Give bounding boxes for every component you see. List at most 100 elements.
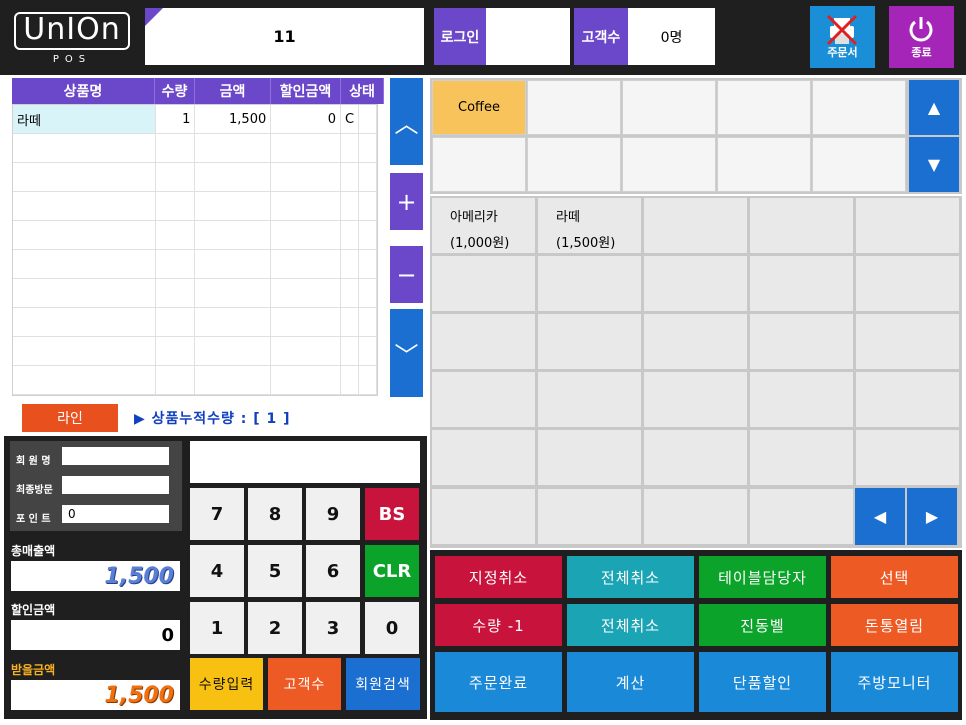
category-coffee[interactable]: Coffee xyxy=(432,80,526,135)
backspace-key[interactable]: BS xyxy=(365,488,419,540)
order-table-body: 라떼 1 1,500 0 C xyxy=(12,104,378,396)
category-empty[interactable] xyxy=(622,137,716,192)
item-discount-button[interactable]: 단품할인 xyxy=(699,652,826,712)
table-row[interactable] xyxy=(13,134,377,163)
product-empty[interactable] xyxy=(855,313,960,370)
cash-drawer-open-button[interactable]: 돈통열림 xyxy=(831,604,958,646)
product-empty[interactable] xyxy=(537,488,642,545)
product-empty[interactable] xyxy=(855,371,960,428)
product-empty[interactable] xyxy=(749,255,854,312)
table-row[interactable] xyxy=(13,221,377,250)
clear-key[interactable]: CLR xyxy=(365,545,419,597)
product-empty[interactable] xyxy=(643,429,748,486)
customer-count-value: 0명 xyxy=(628,8,715,65)
customer-count-label: 고객수 xyxy=(574,8,628,65)
table-row[interactable] xyxy=(13,308,377,337)
product-empty[interactable] xyxy=(537,429,642,486)
row-quantity: 1 xyxy=(156,105,196,133)
product-empty[interactable] xyxy=(749,371,854,428)
category-empty[interactable] xyxy=(717,80,811,135)
quantity-input-button[interactable]: 수량입력 xyxy=(190,658,263,710)
category-empty[interactable] xyxy=(432,137,526,192)
key-9[interactable]: 9 xyxy=(306,488,360,540)
product-latte[interactable]: 라떼 (1,500원) xyxy=(537,197,642,254)
key-0[interactable]: 0 xyxy=(365,602,419,654)
order-sheet-label: 주문서 xyxy=(827,46,858,59)
customer-count-button[interactable]: 고객수 xyxy=(268,658,341,710)
checkout-button[interactable]: 계산 xyxy=(567,652,694,712)
scroll-down-button[interactable]: ﹀ xyxy=(390,309,423,397)
member-name-field[interactable] xyxy=(62,447,169,465)
category-empty[interactable] xyxy=(812,137,906,192)
product-empty[interactable] xyxy=(431,255,536,312)
key-4[interactable]: 4 xyxy=(190,545,244,597)
key-1[interactable]: 1 xyxy=(190,602,244,654)
quantity-plus-button[interactable]: + xyxy=(390,173,423,230)
member-search-button[interactable]: 회원검색 xyxy=(346,658,420,710)
product-empty[interactable] xyxy=(643,255,748,312)
selected-cancel-button[interactable]: 지정취소 xyxy=(435,556,562,598)
line-button[interactable]: 라인 xyxy=(22,404,118,432)
product-empty[interactable] xyxy=(749,313,854,370)
product-empty[interactable] xyxy=(537,255,642,312)
key-6[interactable]: 6 xyxy=(306,545,360,597)
login-field[interactable] xyxy=(486,8,570,65)
key-3[interactable]: 3 xyxy=(306,602,360,654)
table-row[interactable] xyxy=(13,337,377,366)
kitchen-monitor-button[interactable]: 주방모니터 xyxy=(831,652,958,712)
select-button[interactable]: 선택 xyxy=(831,556,958,598)
product-empty[interactable] xyxy=(749,488,854,545)
category-empty[interactable] xyxy=(717,137,811,192)
category-down-button[interactable]: ▼ xyxy=(909,137,959,192)
product-empty[interactable] xyxy=(855,429,960,486)
key-2[interactable]: 2 xyxy=(248,602,302,654)
category-up-button[interactable]: ▲ xyxy=(909,80,959,135)
receive-amount-label: 받을금액 xyxy=(11,663,56,677)
table-row[interactable] xyxy=(13,366,377,395)
category-empty[interactable] xyxy=(527,137,621,192)
table-row[interactable] xyxy=(13,250,377,279)
exit-button[interactable]: 종료 xyxy=(889,6,954,68)
category-empty[interactable] xyxy=(527,80,621,135)
product-empty[interactable] xyxy=(431,371,536,428)
cancel-all-button[interactable]: 전체취소 xyxy=(567,556,694,598)
product-empty[interactable] xyxy=(537,313,642,370)
table-row[interactable]: 라떼 1 1,500 0 C xyxy=(13,105,377,134)
col-discount: 할인금액 xyxy=(271,78,341,104)
product-empty[interactable] xyxy=(855,255,960,312)
product-empty[interactable] xyxy=(643,313,748,370)
table-manager-button[interactable]: 테이블담당자 xyxy=(699,556,826,598)
product-empty[interactable] xyxy=(749,197,854,254)
category-empty[interactable] xyxy=(812,80,906,135)
points-label: 포 인 트 xyxy=(16,514,51,525)
keypad-display[interactable] xyxy=(190,441,420,483)
product-next-page-button[interactable]: ▶ xyxy=(907,488,957,545)
order-sheet-button[interactable]: 주문서 xyxy=(810,6,875,68)
product-empty[interactable] xyxy=(431,488,536,545)
product-empty[interactable] xyxy=(431,313,536,370)
order-complete-button[interactable]: 주문완료 xyxy=(435,652,562,712)
key-8[interactable]: 8 xyxy=(248,488,302,540)
product-empty[interactable] xyxy=(643,488,748,545)
quantity-minus-one-button[interactable]: 수량 -1 xyxy=(435,604,562,646)
product-empty[interactable] xyxy=(643,371,748,428)
product-americano[interactable]: 아메리카 (1,000원) xyxy=(431,197,536,254)
quantity-minus-button[interactable]: − xyxy=(390,246,423,303)
product-prev-page-button[interactable]: ◀ xyxy=(855,488,905,545)
product-empty[interactable] xyxy=(537,371,642,428)
vibration-bell-button[interactable]: 진동벨 xyxy=(699,604,826,646)
col-quantity: 수량 xyxy=(155,78,195,104)
product-empty[interactable] xyxy=(749,429,854,486)
scroll-up-button[interactable]: ︿ xyxy=(390,78,423,165)
category-empty[interactable] xyxy=(622,80,716,135)
col-product-name: 상품명 xyxy=(12,78,155,104)
cancel-all-button-2[interactable]: 전체취소 xyxy=(567,604,694,646)
key-7[interactable]: 7 xyxy=(190,488,244,540)
table-row[interactable] xyxy=(13,192,377,221)
table-row[interactable] xyxy=(13,163,377,192)
product-empty[interactable] xyxy=(431,429,536,486)
product-empty[interactable] xyxy=(643,197,748,254)
table-row[interactable] xyxy=(13,279,377,308)
key-5[interactable]: 5 xyxy=(248,545,302,597)
product-empty[interactable] xyxy=(855,197,960,254)
